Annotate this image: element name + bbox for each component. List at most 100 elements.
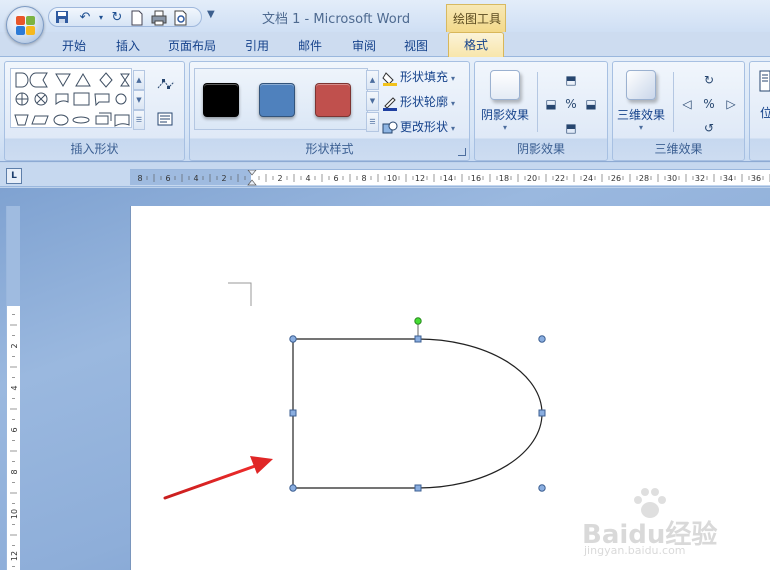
baidu-watermark: Baidu经验 jingyan.baidu.com bbox=[582, 488, 732, 560]
ruler-bar: L 8 6 4 2 2 4 6 8 10 12 14 16 18 20 22 24 26 28 30 32 34 36 bbox=[0, 163, 770, 187]
drawing-tools-context: 绘图工具 bbox=[446, 4, 506, 32]
undo-dropdown-icon[interactable]: ▾ bbox=[93, 10, 109, 26]
3d-effects-button[interactable]: 三维效果 ▾ bbox=[613, 68, 669, 138]
position-icon[interactable] bbox=[758, 70, 770, 94]
ribbon-tabs: 开始 插入 页面布局 引用 邮件 审阅 视图 bbox=[0, 32, 770, 56]
shadow-effects-button-label: 阴影效果 bbox=[480, 108, 529, 122]
chevron-down-icon: ▾ bbox=[451, 74, 456, 83]
rotation-handle[interactable] bbox=[414, 317, 422, 325]
3d-toggle-icon[interactable]: % bbox=[701, 96, 717, 112]
ruler-top-margin bbox=[7, 206, 20, 306]
undo-icon[interactable]: ↶ bbox=[77, 10, 93, 26]
tab-view[interactable]: 视图 bbox=[404, 37, 428, 54]
print-preview-icon[interactable] bbox=[173, 10, 189, 26]
indent-marker[interactable] bbox=[247, 170, 257, 186]
style-gallery-up[interactable]: ▲ bbox=[366, 70, 379, 90]
shadow-toggle-icon[interactable]: % bbox=[563, 96, 579, 112]
style-swatch-blue[interactable] bbox=[259, 83, 295, 117]
chevron-down-icon: ▾ bbox=[638, 123, 643, 132]
ruler-tick-label: 16 bbox=[471, 174, 481, 183]
shadow-effects-button[interactable]: 阴影效果 ▾ bbox=[477, 68, 533, 138]
shape-style-gallery bbox=[194, 68, 368, 130]
tab-insert[interactable]: 插入 bbox=[116, 37, 140, 54]
paint-bucket-icon bbox=[382, 70, 398, 86]
ruler-tick-label: 22 bbox=[555, 174, 565, 183]
office-logo-icon bbox=[16, 16, 36, 36]
ruler-tick-label: 2 bbox=[277, 174, 282, 183]
tab-stop-selector[interactable]: L bbox=[6, 168, 22, 184]
save-icon[interactable] bbox=[54, 10, 70, 26]
ruler-tick-label: 30 bbox=[667, 174, 677, 183]
watermark-url: jingyan.baidu.com bbox=[584, 544, 686, 557]
insert-shapes-group: ▲ ▼ ☰ 插入形状 bbox=[4, 61, 185, 161]
change-shape-button[interactable]: 更改形状 ▾ bbox=[382, 118, 455, 138]
ruler-tick-label: 4 bbox=[305, 174, 310, 183]
print-icon[interactable] bbox=[151, 10, 167, 26]
tab-format[interactable]: 格式 bbox=[448, 32, 504, 57]
arrange-group: 位 bbox=[749, 61, 770, 161]
tilt-down-icon[interactable]: ↺ bbox=[701, 120, 717, 136]
shape-outline-button[interactable]: 形状轮廓 ▾ bbox=[382, 93, 455, 113]
ruler-tick-label: 36 bbox=[751, 174, 761, 183]
shape-gallery bbox=[10, 68, 132, 128]
position-button-label[interactable]: 位 bbox=[760, 104, 770, 121]
style-swatch-red[interactable] bbox=[315, 83, 351, 117]
nudge-shadow-left-icon[interactable]: ⬓ bbox=[543, 96, 559, 112]
divider bbox=[673, 72, 674, 132]
pen-outline-icon bbox=[382, 95, 398, 111]
chevron-down-icon: ▾ bbox=[451, 124, 456, 133]
customize-qat-icon[interactable]: ▼ bbox=[207, 9, 215, 20]
horizontal-ruler-ticks: 8 6 4 2 2 4 6 8 10 12 14 16 18 20 22 24 26 28 30 32 34 36 bbox=[137, 170, 770, 186]
nudge-shadow-up-icon[interactable]: ⬒ bbox=[563, 72, 579, 88]
tab-references[interactable]: 引用 bbox=[245, 37, 269, 54]
tab-page-layout[interactable]: 页面布局 bbox=[168, 37, 216, 54]
ruler-tick-label: 2 bbox=[221, 174, 226, 183]
dialog-launcher-icon[interactable] bbox=[458, 148, 466, 156]
ruler-tick-label: 6 bbox=[10, 427, 19, 432]
shape-gallery-icons[interactable] bbox=[11, 69, 133, 129]
style-gallery-down[interactable]: ▼ bbox=[366, 91, 379, 111]
style-gallery-expand[interactable]: ☰ bbox=[366, 112, 379, 132]
nudge-shadow-down-icon[interactable]: ⬒ bbox=[563, 120, 579, 136]
tilt-right-icon[interactable]: ▷ bbox=[723, 96, 739, 112]
window-title: 文档 1 - Microsoft Word bbox=[262, 12, 411, 27]
shape-styles-label: 形状样式 bbox=[305, 142, 354, 156]
ruler-tick-label: 12 bbox=[10, 551, 19, 561]
ruler-tick-label: 24 bbox=[583, 174, 593, 183]
text-box-icon[interactable] bbox=[157, 112, 173, 128]
tab-mailings[interactable]: 邮件 bbox=[298, 37, 322, 54]
gallery-scroll-down[interactable]: ▼ bbox=[133, 90, 145, 110]
shape-outline-label: 形状轮廓 bbox=[400, 95, 449, 109]
vertical-ruler[interactable]: 4224681012 bbox=[6, 206, 20, 570]
document-workspace: 4224681012 bbox=[0, 188, 770, 570]
red-arrow-annotation bbox=[163, 456, 273, 500]
chevron-down-icon: ▾ bbox=[451, 99, 456, 108]
office-button[interactable] bbox=[6, 6, 44, 44]
chevron-down-icon: ▾ bbox=[502, 123, 507, 132]
edit-points-icon[interactable] bbox=[157, 78, 175, 94]
shadow-effects-icon bbox=[490, 70, 520, 100]
tilt-up-icon[interactable]: ↻ bbox=[701, 72, 717, 88]
nudge-shadow-right-icon[interactable]: ⬓ bbox=[583, 96, 599, 112]
change-shape-icon bbox=[382, 120, 398, 136]
divider bbox=[537, 72, 538, 132]
horizontal-ruler[interactable]: 8 6 4 2 2 4 6 8 10 12 14 16 18 20 22 24 26 28 30 32 34 36 bbox=[130, 169, 770, 186]
ruler-tick-label: 10 bbox=[10, 509, 19, 519]
d-shape[interactable] bbox=[292, 338, 543, 489]
gallery-scroll-up[interactable]: ▲ bbox=[133, 70, 145, 90]
tab-home[interactable]: 开始 bbox=[62, 37, 86, 54]
3d-effects-icon bbox=[626, 70, 656, 100]
insert-shapes-label: 插入形状 bbox=[70, 142, 119, 156]
title-bar: ↶ ▾ ↻ ▼ 文档 1 - Microsoft Word 绘图工具 bbox=[0, 0, 770, 32]
3d-effects-group: 三维效果 ▾ ↻ ◁ % ▷ ↺ 三维效果 bbox=[612, 61, 745, 161]
context-group-label: 绘图工具 bbox=[453, 12, 502, 26]
new-document-icon[interactable] bbox=[129, 10, 145, 26]
change-shape-label: 更改形状 bbox=[400, 120, 449, 134]
redo-icon[interactable]: ↻ bbox=[109, 10, 125, 26]
shape-fill-button[interactable]: 形状填充 ▾ bbox=[382, 68, 455, 88]
tab-review[interactable]: 审阅 bbox=[352, 37, 376, 54]
gallery-expand[interactable]: ☰ bbox=[133, 110, 145, 130]
ruler-tick-label: 8 bbox=[137, 174, 142, 183]
style-swatch-black[interactable] bbox=[203, 83, 239, 117]
tilt-left-icon[interactable]: ◁ bbox=[679, 96, 695, 112]
